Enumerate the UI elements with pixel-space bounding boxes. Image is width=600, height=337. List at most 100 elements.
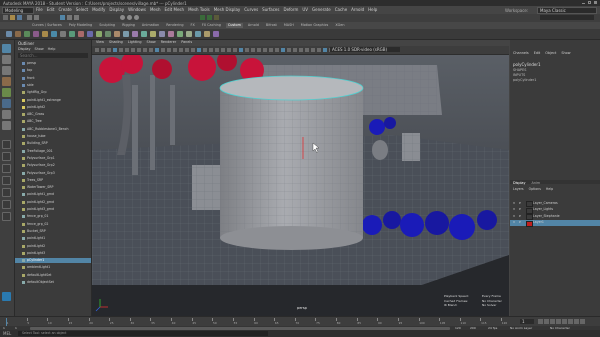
shelf-tab-mash[interactable]: MASH	[282, 23, 296, 28]
viewport-menu-show[interactable]: Show	[147, 40, 156, 45]
shelf-tool-icon[interactable]	[69, 31, 75, 37]
viewport-toolbar-icon[interactable]	[209, 47, 213, 52]
menu-deform[interactable]: Deform	[283, 7, 298, 13]
outliner-item[interactable]: pCylinder1	[15, 258, 91, 264]
step-back-key-icon[interactable]	[544, 319, 549, 324]
viewport-toolbar-icon[interactable]	[107, 47, 111, 52]
viewport-toolbar-icon[interactable]	[269, 47, 273, 52]
shelf-tool-icon[interactable]	[195, 31, 201, 37]
viewport-toolbar-icon[interactable]	[203, 47, 207, 52]
shelf-tab-custom[interactable]: Custom	[225, 23, 243, 28]
outliner-item[interactable]: fence_grp_02	[15, 222, 91, 227]
layer-tab-display[interactable]: Display	[513, 181, 526, 186]
layer-playback-toggle[interactable]: P	[519, 220, 521, 225]
viewport-toolbar-icon[interactable]	[173, 47, 177, 52]
viewport-toolbar-icon[interactable]	[233, 47, 237, 52]
outliner-item[interactable]: house_tube	[15, 134, 91, 139]
channel-box-tab-object[interactable]: Object	[545, 51, 556, 56]
outliner-item[interactable]: pointLight2	[15, 244, 91, 249]
undo-icon[interactable]	[27, 15, 32, 20]
save-scene-icon[interactable]	[17, 15, 22, 20]
viewport-menu-view[interactable]: View	[96, 40, 104, 45]
viewport-toolbar-icon[interactable]	[245, 47, 249, 52]
viewport-toolbar-icon[interactable]	[317, 47, 321, 52]
shelf-tool-icon[interactable]	[33, 31, 39, 37]
layout-graph-icon[interactable]	[2, 188, 11, 197]
menu-modify[interactable]: Modify	[92, 7, 105, 13]
layout-script-icon[interactable]	[2, 212, 11, 221]
snap-grid-icon[interactable]	[120, 15, 125, 20]
viewport-toolbar-icon[interactable]	[191, 47, 195, 52]
outliner-item[interactable]: front	[15, 76, 91, 81]
layer-playback-toggle[interactable]: P	[519, 207, 521, 212]
viewport-toolbar-icon[interactable]	[311, 47, 315, 52]
select-tool-icon[interactable]	[2, 44, 11, 53]
menu-edit[interactable]: Edit	[47, 7, 55, 13]
outliner-item[interactable]: Bucket_SRP	[15, 229, 91, 234]
shelf-tool-icon[interactable]	[15, 31, 21, 37]
menu-file[interactable]: File	[36, 7, 43, 13]
rotate-tool-icon[interactable]	[2, 88, 11, 97]
outliner-item[interactable]: fence_grp_01	[15, 214, 91, 219]
play-forward-icon[interactable]	[562, 319, 567, 324]
viewport-menu-renderer[interactable]: Renderer	[161, 40, 176, 45]
menu-windows[interactable]: Windows	[128, 7, 146, 13]
current-time-marker[interactable]	[6, 318, 7, 326]
shelf-tool-icon[interactable]	[168, 31, 174, 37]
shelf-tab-fx-caching[interactable]: FX Caching	[200, 23, 223, 28]
viewport-toolbar-icon[interactable]	[239, 47, 243, 52]
channel-box-tab-channels[interactable]: Channels	[513, 51, 529, 56]
shelf-tool-icon[interactable]	[42, 31, 48, 37]
layer-color-swatch[interactable]	[526, 220, 533, 227]
layer-menu-options[interactable]: Options	[529, 187, 541, 192]
layout-outliner-icon[interactable]	[2, 176, 11, 185]
viewport-toolbar-icon[interactable]	[197, 47, 201, 52]
shelf-tool-icon[interactable]	[150, 31, 156, 37]
menu-cache[interactable]: Cache	[335, 7, 347, 13]
menu-mesh[interactable]: Mesh	[150, 7, 161, 13]
viewport-toolbar-icon[interactable]	[263, 47, 267, 52]
viewport-toolbar-icon[interactable]	[95, 47, 99, 52]
outliner-item[interactable]: TreeFoliage_001	[15, 149, 91, 154]
outliner-item[interactable]: Building_SRP	[15, 141, 91, 146]
viewport-toolbar-icon[interactable]	[149, 47, 153, 52]
viewport-toolbar-icon[interactable]	[323, 47, 327, 52]
viewport-toolbar-icon[interactable]	[113, 47, 117, 52]
layout-four-icon[interactable]	[2, 152, 11, 161]
open-scene-icon[interactable]	[10, 15, 15, 20]
outliner-item[interactable]: Polysurface_Grp2	[15, 163, 91, 168]
viewport-toolbar-icon[interactable]	[299, 47, 303, 52]
menu-uv[interactable]: UV	[302, 7, 308, 13]
menu-edit-mesh[interactable]: Edit Mesh	[165, 7, 185, 13]
shelf-tool-icon[interactable]	[78, 31, 84, 37]
menu-display[interactable]: Display	[109, 7, 124, 13]
select-component-icon[interactable]	[74, 15, 79, 20]
layer-row[interactable]: V P Layer_Cameras	[510, 200, 600, 207]
outliner-item[interactable]: lightRig_Grp	[15, 90, 91, 95]
viewport-toolbar-icon[interactable]	[287, 47, 291, 52]
layer-playback-toggle[interactable]: P	[519, 214, 521, 219]
outliner-search-input[interactable]: Search...	[18, 53, 88, 58]
shelf-tool-icon[interactable]	[186, 31, 192, 37]
shelf-tool-icon[interactable]	[105, 31, 111, 37]
layout-side-icon[interactable]	[2, 164, 11, 173]
layer-menu-layers[interactable]: Layers	[513, 187, 524, 192]
input-line-field[interactable]	[540, 15, 594, 20]
menu-help[interactable]: Help	[368, 7, 377, 13]
go-to-start-icon[interactable]	[538, 319, 543, 324]
layer-tab-anim[interactable]: Anim	[532, 181, 541, 186]
outliner-item[interactable]: ABC_Grass	[15, 112, 91, 117]
shelf-tool-icon[interactable]	[6, 31, 12, 37]
shelf-tab-rendering[interactable]: Rendering	[164, 23, 185, 28]
channel-box-section[interactable]: polyCylinder1	[513, 78, 536, 83]
viewport-toolbar-icon[interactable]	[131, 47, 135, 52]
ipr-render-icon[interactable]	[207, 15, 212, 20]
outliner-item[interactable]: pointLight3	[15, 251, 91, 256]
redo-icon[interactable]	[34, 15, 39, 20]
move-tool-icon[interactable]	[2, 77, 11, 86]
viewport-toolbar-icon[interactable]	[161, 47, 165, 52]
step-forward-frame-icon[interactable]	[568, 319, 573, 324]
viewport-toolbar-icon[interactable]	[101, 47, 105, 52]
new-scene-icon[interactable]	[3, 15, 8, 20]
outliner-item[interactable]: pointLight1_estrange	[15, 98, 91, 103]
